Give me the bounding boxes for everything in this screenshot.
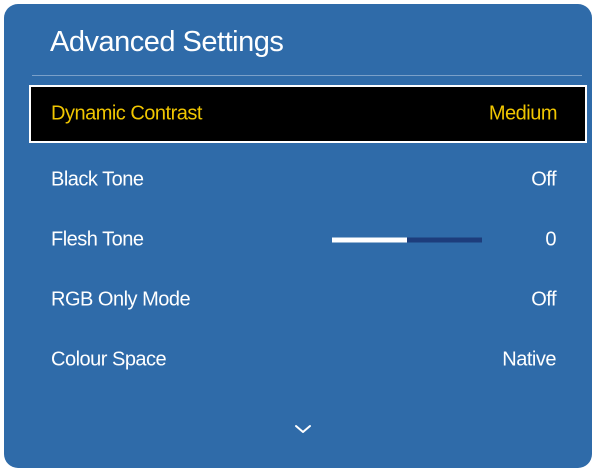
menu-item-value: Medium	[488, 102, 558, 125]
menu-item-value: Off	[531, 168, 556, 191]
menu-item-rgb-only-mode[interactable]: RGB Only Mode Off	[29, 271, 587, 329]
menu-item-black-tone[interactable]: Black Tone Off	[29, 151, 587, 209]
menu-item-value: Off	[531, 288, 556, 311]
menu-item-label: Dynamic Contrast	[51, 102, 202, 125]
menu-item-dynamic-contrast[interactable]: Dynamic Contrast Medium	[29, 85, 587, 143]
title-divider	[32, 75, 582, 76]
menu-title: Advanced Settings	[50, 26, 284, 58]
menu-item-label: Colour Space	[51, 348, 167, 371]
advanced-settings-menu: Advanced Settings Dynamic Contrast Mediu…	[4, 4, 592, 468]
menu-item-label: Flesh Tone	[51, 228, 144, 251]
menu-item-label: RGB Only Mode	[51, 288, 191, 311]
flesh-tone-slider-fill	[332, 237, 407, 243]
flesh-tone-slider[interactable]	[332, 237, 482, 243]
menu-item-value: 0	[545, 228, 556, 251]
menu-item-flesh-tone[interactable]: Flesh Tone 0	[29, 211, 587, 269]
menu-item-label: Black Tone	[51, 168, 144, 191]
chevron-down-icon[interactable]	[294, 423, 312, 435]
menu-item-colour-space[interactable]: Colour Space Native	[29, 331, 587, 389]
menu-item-value: Native	[502, 348, 556, 371]
